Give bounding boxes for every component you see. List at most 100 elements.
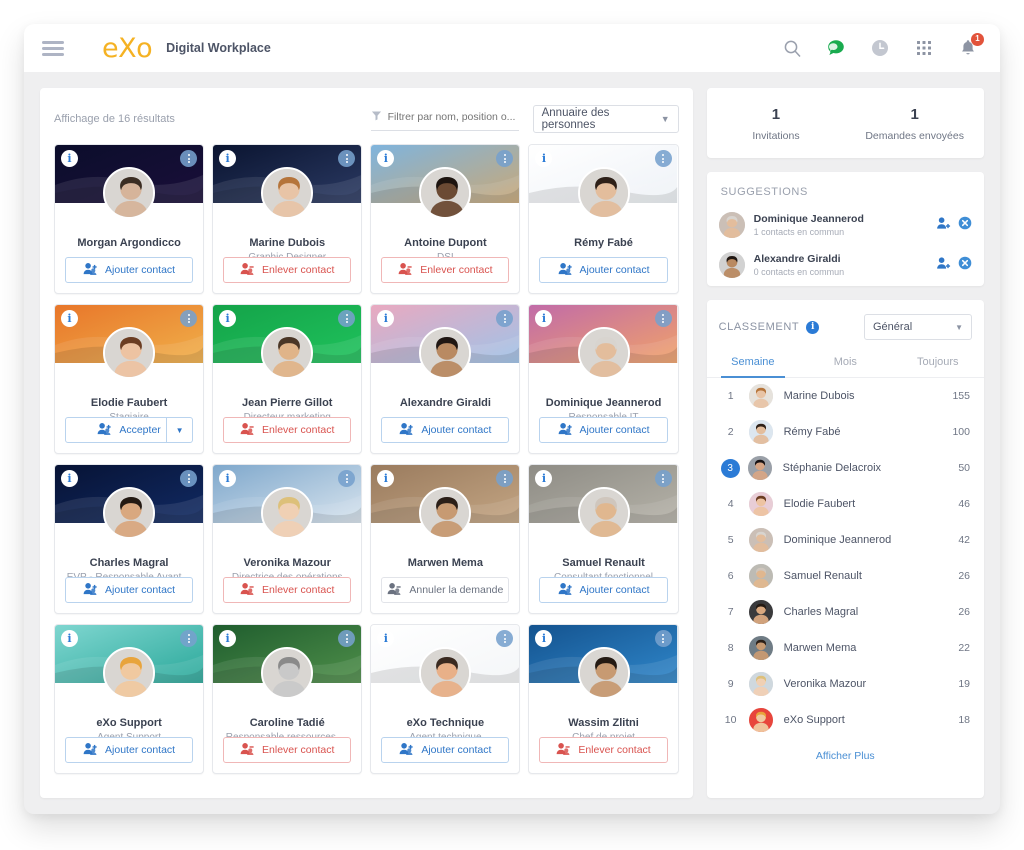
info-icon[interactable]: i (219, 470, 236, 487)
card-banner: i (529, 465, 677, 523)
card-action-button[interactable]: Enlever contact (381, 257, 509, 283)
person-card[interactable]: iSamuel RenaultConsultant fonctionnelAjo… (528, 464, 678, 614)
card-action-button[interactable]: Ajouter contact (539, 257, 667, 283)
person-card[interactable]: iMorgan ArgondiccoAjouter contact (54, 144, 204, 294)
directory-select[interactable]: Annuaire des personnes ▼ (533, 105, 679, 133)
filter-field[interactable] (371, 108, 519, 131)
search-icon[interactable] (782, 38, 802, 58)
card-action-button[interactable]: Ajouter contact (539, 417, 667, 443)
ranking-row[interactable]: 4Elodie Faubert46 (707, 486, 984, 522)
add-person-icon[interactable] (936, 256, 951, 275)
ranking-row[interactable]: 7Charles Magral26 (707, 594, 984, 630)
card-action-button[interactable]: Ajouter contact (65, 577, 193, 603)
ranking-row[interactable]: 2Rémy Fabé100 (707, 414, 984, 450)
person-card[interactable]: iMarwen MemaAnnuler la demande (370, 464, 520, 614)
card-banner: i (213, 305, 361, 363)
person-card[interactable]: iAlexandre GiraldiAjouter contact (370, 304, 520, 454)
ranking-tab[interactable]: Semaine (707, 346, 799, 377)
ranking-row[interactable]: 9Veronika Mazour19 (707, 666, 984, 702)
chat-icon[interactable] (826, 38, 846, 58)
apps-grid-icon[interactable] (914, 38, 934, 58)
clock-icon[interactable] (870, 38, 890, 58)
ranking-row[interactable]: 6Samuel Renault26 (707, 558, 984, 594)
close-circle-icon[interactable] (958, 216, 972, 235)
card-action-button[interactable]: Ajouter contact (65, 257, 193, 283)
person-card[interactable]: ieXo SupportAgent SupportAjouter contact (54, 624, 204, 774)
close-circle-icon[interactable] (958, 256, 972, 275)
stat-item[interactable]: 1Demandes envoyées (845, 106, 984, 142)
info-icon[interactable]: i (61, 630, 78, 647)
person-card[interactable]: iWassim ZlitniChef de projetEnlever cont… (528, 624, 678, 774)
chevron-down-icon[interactable]: ▼ (166, 418, 192, 442)
rank-score: 22 (958, 642, 970, 654)
suggestion-item[interactable]: Dominique Jeannerod1 contacts en commun (707, 206, 984, 246)
ranking-tab[interactable]: Mois (799, 346, 891, 377)
more-options-icon[interactable] (655, 470, 672, 487)
person-name: Marine Dubois (213, 237, 361, 249)
ranking-tab[interactable]: Toujours (892, 346, 984, 377)
info-icon[interactable]: i (219, 310, 236, 327)
notifications-bell-icon[interactable]: 1 (958, 38, 978, 58)
ranking-row[interactable]: 8Marwen Mema22 (707, 630, 984, 666)
ranking-row[interactable]: 5Dominique Jeannerod42 (707, 522, 984, 558)
info-icon[interactable]: i (61, 150, 78, 167)
card-action-button[interactable]: Enlever contact (539, 737, 667, 763)
rank-score: 46 (958, 498, 970, 510)
ranking-row[interactable]: 1Marine Dubois155 (707, 378, 984, 414)
ranking-scope-select[interactable]: Général ▼ (864, 314, 972, 340)
more-options-icon[interactable] (180, 470, 197, 487)
ranking-header: CLASSEMENT i Général ▼ (707, 300, 984, 346)
person-card[interactable]: iElodie FaubertStagiaireAccepter▼ (54, 304, 204, 454)
info-icon[interactable]: i (61, 310, 78, 327)
info-icon[interactable]: i (61, 470, 78, 487)
filter-input[interactable] (388, 111, 516, 123)
suggestion-actions (936, 256, 972, 275)
more-options-icon[interactable] (180, 630, 197, 647)
more-options-icon[interactable] (655, 630, 672, 647)
person-card[interactable]: iCaroline TadiéResponsable ressources …E… (212, 624, 362, 774)
card-action-button[interactable]: Ajouter contact (65, 737, 193, 763)
person-card[interactable]: iJean Pierre GillotDirecteur marketingEn… (212, 304, 362, 454)
accept-contact-button[interactable]: Accepter▼ (65, 417, 193, 443)
info-icon[interactable]: i (219, 630, 236, 647)
more-options-icon[interactable] (180, 310, 197, 327)
person-card[interactable]: iAntoine DupontDSIEnlever contact (370, 144, 520, 294)
person-card[interactable]: ieXo TechniqueAgent techniqueAjouter con… (370, 624, 520, 774)
exo-logo[interactable]: eXo (102, 35, 152, 62)
card-banner: i (371, 625, 519, 683)
person-card[interactable]: iCharles MagralEVP - Responsable Avant…A… (54, 464, 204, 614)
card-action-wrap: Enlever contact (223, 417, 351, 443)
card-action-button[interactable]: Enlever contact (223, 417, 351, 443)
card-action-button[interactable]: Ajouter contact (381, 737, 509, 763)
person-card[interactable]: iRémy FabéAjouter contact (528, 144, 678, 294)
person-card[interactable]: iVeronika MazourDirectrice des opération… (212, 464, 362, 614)
info-icon[interactable]: i (806, 321, 819, 334)
card-action-label: Ajouter contact (580, 424, 650, 436)
more-options-icon[interactable] (655, 310, 672, 327)
more-options-icon[interactable] (180, 150, 197, 167)
info-icon[interactable]: i (219, 150, 236, 167)
hamburger-icon[interactable] (42, 38, 64, 59)
person-card[interactable]: iMarine DuboisGraphic DesignerEnlever co… (212, 144, 362, 294)
add-person-icon[interactable] (936, 216, 951, 235)
card-action-button[interactable]: Enlever contact (223, 737, 351, 763)
top-navigation-bar: eXo Digital Workplace (24, 24, 1000, 72)
card-action-button[interactable]: Enlever contact (223, 257, 351, 283)
card-action-button[interactable]: Ajouter contact (539, 577, 667, 603)
person-card[interactable]: iDominique JeannerodResponsable ITAjoute… (528, 304, 678, 454)
card-action-button[interactable]: Annuler la demande (381, 577, 509, 603)
card-action-button[interactable]: Ajouter contact (381, 417, 509, 443)
ranking-row[interactable]: 3Stéphanie Delacroix50 (707, 450, 984, 486)
ranking-title: CLASSEMENT (719, 321, 800, 333)
directory-select-value: Annuaire des personnes (542, 107, 661, 131)
more-options-icon[interactable] (655, 150, 672, 167)
card-action-button[interactable]: Enlever contact (223, 577, 351, 603)
ranking-row[interactable]: 10eXo Support18 (707, 702, 984, 738)
card-banner: i (213, 465, 361, 523)
card-action-wrap: Ajouter contact (539, 577, 667, 603)
stat-item[interactable]: 1Invitations (707, 106, 846, 142)
rank-position: 1 (721, 390, 741, 402)
suggestion-item[interactable]: Alexandre Giraldi0 contacts en commun (707, 246, 984, 286)
show-more-link[interactable]: Afficher Plus (707, 738, 984, 776)
rank-person-name: Elodie Faubert (784, 498, 959, 510)
